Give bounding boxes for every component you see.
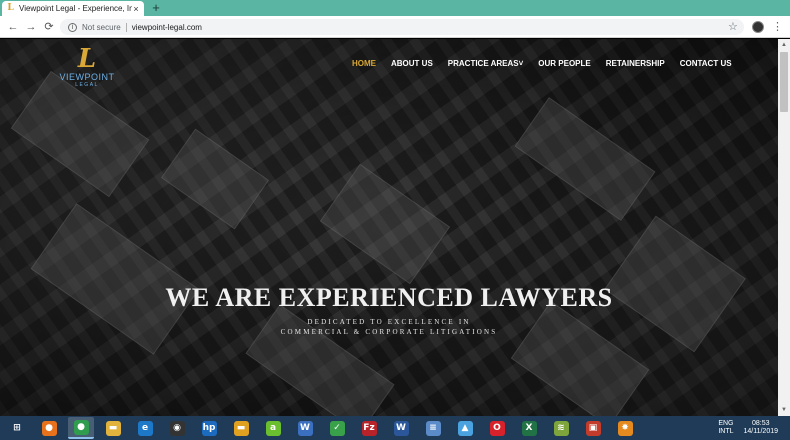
taskbar-hp[interactable]: hp: [196, 417, 222, 439]
opera-icon: O: [489, 420, 505, 436]
clock[interactable]: 08:53 14/11/2019: [743, 420, 778, 436]
scroll-down-icon[interactable]: ▼: [780, 406, 788, 414]
taskbar-edge[interactable]: e: [132, 417, 158, 439]
tab-close-icon[interactable]: ×: [132, 4, 140, 14]
firefox-icon: ●: [41, 420, 57, 436]
security-label: Not secure: [82, 22, 121, 32]
taskbar-excel[interactable]: X: [516, 417, 542, 439]
file-explorer-icon: ▬: [105, 420, 121, 436]
word-doc-icon: W: [297, 420, 313, 436]
back-button[interactable]: ←: [6, 20, 20, 34]
logo-mark: L: [77, 44, 97, 74]
start-icon: ⊞: [9, 420, 25, 436]
edge-icon: e: [137, 420, 153, 436]
taskbar-word-doc[interactable]: W: [292, 417, 318, 439]
nav-practice-areas-label: PRACTICE AREAS: [447, 59, 519, 68]
page-scrollbar[interactable]: ▲ ▼: [778, 39, 790, 416]
taskbar-red-app[interactable]: ▣: [580, 417, 606, 439]
taskbar-opera[interactable]: O: [484, 417, 510, 439]
hero-subtitle-line-1: DEDICATED TO EXCELLENCE IN: [307, 318, 471, 326]
taskbar-folder[interactable]: ▬: [228, 417, 254, 439]
chevron-down-icon: ˅: [518, 59, 524, 68]
nav-home[interactable]: HOME: [352, 59, 376, 68]
language-code: ENG: [718, 420, 734, 427]
building-shape: [319, 163, 451, 285]
camera-icon: ◉: [169, 420, 185, 436]
reload-button[interactable]: ⟳: [42, 20, 56, 34]
excel-icon: X: [521, 420, 537, 436]
language-layout: INTL: [718, 428, 734, 435]
building-shape: [514, 97, 656, 221]
word-icon: W: [393, 420, 409, 436]
folder-icon: ▬: [233, 420, 249, 436]
taskbar-word[interactable]: W: [388, 417, 414, 439]
building-shape: [160, 128, 270, 230]
spreadsheet-icon: ≋: [553, 420, 569, 436]
clock-date: 14/11/2019: [743, 428, 778, 435]
taskbar-apps: ⊞ ● ● ▬ e ◉ hp ▬ a W ✓ Fz W ≡ ▲ O X ≋ ▣ ✸: [0, 417, 644, 439]
clock-time: 08:53: [751, 420, 770, 427]
new-tab-button[interactable]: +: [149, 1, 163, 15]
url-text[interactable]: viewpoint-legal.com: [132, 23, 202, 32]
taskbar-spreadsheet[interactable]: ≋: [548, 417, 574, 439]
scrollbar-thumb[interactable]: [780, 52, 788, 112]
browser-menu-icon[interactable]: ⋮: [772, 19, 783, 35]
windows-taskbar: ⊞ ● ● ▬ e ◉ hp ▬ a W ✓ Fz W ≡ ▲ O X ≋ ▣ ✸ ENG INTL 08:53 14…: [0, 416, 790, 440]
hero-subtitle-line-2: COMMERCIAL & CORPORATE LITIGATIONS: [280, 328, 498, 336]
main-nav: HOME ABOUT US PRACTICE AREAS˅ OUR PEOPLE…: [352, 59, 747, 68]
nav-contact-us[interactable]: CONTACT US: [680, 59, 732, 68]
nav-retainership[interactable]: RETAINERSHIP: [606, 59, 665, 68]
address-bar[interactable]: i Not secure viewpoint-legal.com: [60, 19, 744, 35]
input-language[interactable]: ENG INTL: [718, 420, 733, 436]
filezilla-icon: Fz: [361, 420, 377, 436]
browser-tab-strip: L Viewpoint Legal - Experience, Int × +: [0, 0, 790, 16]
taskbar-chrome[interactable]: ●: [68, 417, 94, 439]
nav-our-people[interactable]: OUR PEOPLE: [538, 59, 590, 68]
taskbar-file-explorer[interactable]: ▬: [100, 417, 126, 439]
browser-tab[interactable]: L Viewpoint Legal - Experience, Int ×: [2, 1, 144, 16]
logo-name: VIEWPOINT: [59, 72, 115, 82]
settings-icon: ✸: [617, 420, 633, 436]
app-green-icon: a: [265, 420, 281, 436]
system-tray: ENG INTL 08:53 14/11/2019: [708, 416, 790, 440]
nav-about-us[interactable]: ABOUT US: [391, 59, 433, 68]
info-icon[interactable]: i: [68, 22, 77, 32]
taskbar-camera[interactable]: ◉: [164, 417, 190, 439]
chrome-icon: ●: [73, 419, 89, 435]
taskbar-start[interactable]: ⊞: [4, 417, 30, 439]
notepad-icon: ≡: [425, 420, 441, 436]
taskbar-app-green[interactable]: a: [260, 417, 286, 439]
taskbar-photos[interactable]: ▲: [452, 417, 478, 439]
hp-icon: hp: [201, 420, 217, 436]
taskbar-green-check[interactable]: ✓: [324, 417, 350, 439]
taskbar-firefox[interactable]: ●: [36, 417, 62, 439]
scroll-up-icon[interactable]: ▲: [780, 41, 788, 49]
browser-toolbar: ← → ⟳ i Not secure viewpoint-legal.com ☆…: [0, 16, 790, 38]
taskbar-notepad[interactable]: ≡: [420, 417, 446, 439]
logo-subtitle: LEGAL: [75, 82, 99, 88]
site-logo[interactable]: L VIEWPOINT LEGAL: [56, 46, 118, 94]
nav-practice-areas[interactable]: PRACTICE AREAS˅: [448, 59, 524, 68]
hero-section: L VIEWPOINT LEGAL HOME ABOUT US PRACTICE…: [0, 39, 778, 416]
address-divider: [125, 22, 127, 32]
taskbar-filezilla[interactable]: Fz: [356, 417, 382, 439]
bookmark-star-icon[interactable]: ☆: [728, 19, 738, 35]
forward-button[interactable]: →: [24, 20, 38, 34]
profile-avatar[interactable]: [752, 21, 764, 33]
taskbar-settings[interactable]: ✸: [612, 417, 638, 439]
tab-title: Viewpoint Legal - Experience, Int: [19, 4, 132, 13]
photos-icon: ▲: [457, 420, 473, 436]
red-app-icon: ▣: [585, 420, 601, 436]
green-check-icon: ✓: [329, 420, 345, 436]
site-favicon-icon: L: [7, 3, 14, 13]
hero-title: WE ARE EXPERIENCED LAWYERS: [165, 283, 613, 312]
